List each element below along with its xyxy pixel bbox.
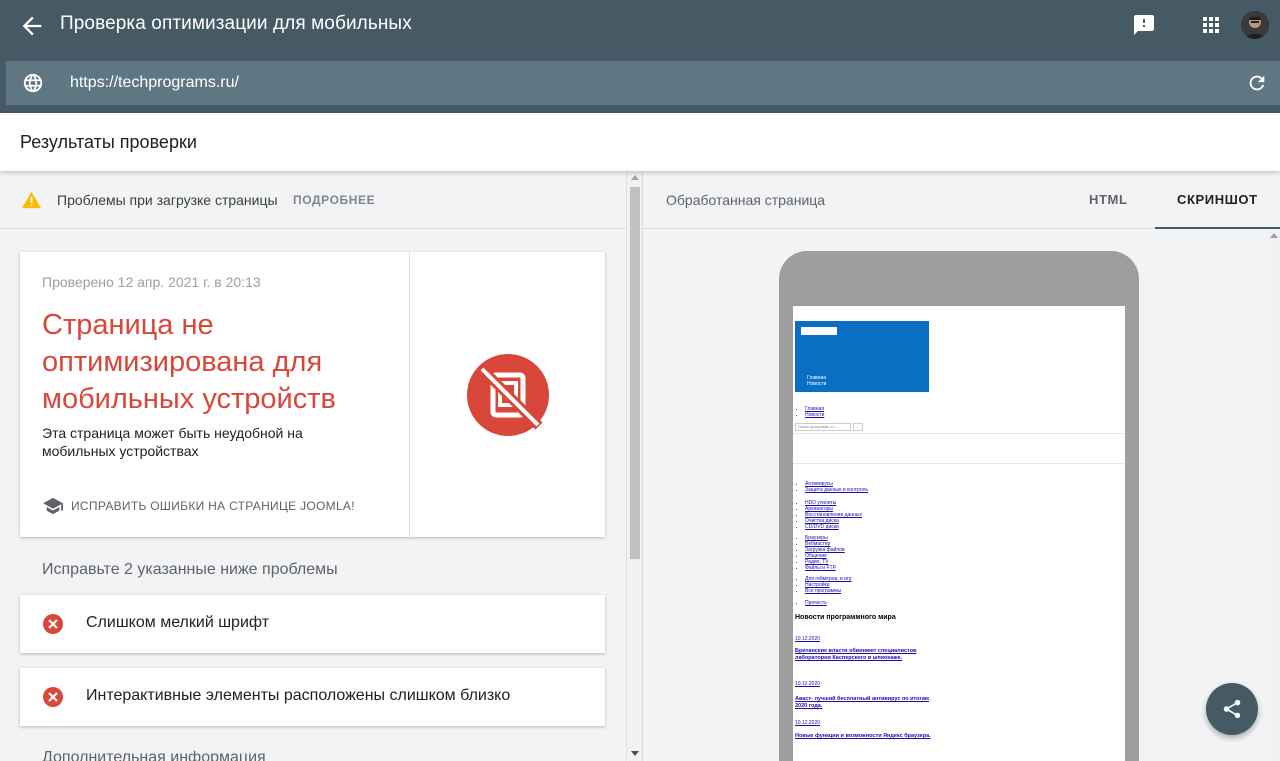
warning-icon [21, 190, 42, 209]
preview-site-header: Главная Новости [795, 321, 929, 392]
preview-nav-list: Главная Новости [795, 406, 824, 418]
problems-heading: Исправьте 2 указанные ниже проблемы [42, 561, 338, 578]
results-title: Результаты проверки [20, 132, 197, 152]
verdict-text-area: Проверено 12 апр. 2021 г. в 20:13 Страни… [20, 252, 410, 537]
preview-news-link: Британские власти обвиняют специалистов … [795, 648, 917, 661]
page-load-issues-bar: Проблемы при загрузке страницы ПОДРОБНЕЕ [0, 171, 626, 229]
scroll-up-arrow-icon[interactable] [631, 175, 639, 180]
preview-news-link: Аваст- лучший бесплатный антивирус по ит… [795, 696, 929, 709]
results-header: Результаты проверки [0, 113, 1280, 171]
tab-html[interactable]: HTML [1063, 171, 1151, 229]
preview-menu-group: Прочесть [795, 600, 827, 606]
verdict-card: Проверено 12 апр. 2021 г. в 20:13 Страни… [20, 252, 605, 537]
fix-joomla-link-label: ИСПРАВИТЬ ОШИБКИ НА СТРАНИЦЕ JOOMLA! [71, 499, 355, 513]
right-panel: Обработанная страница HTML СКРИНШОТ Глав… [642, 171, 1280, 761]
app-bar: Проверка оптимизации для мобильных [0, 0, 1280, 113]
globe-icon [22, 72, 44, 94]
page-load-issues-text: Проблемы при загрузке страницы [57, 192, 278, 208]
preview-menu-group: Для геймеров, и игр Настройки Все програ… [795, 576, 851, 594]
preview-link: Файлы и FTP [805, 565, 845, 571]
preview-site-logo [801, 327, 837, 335]
preview-header-links: Главная Новости [807, 375, 826, 387]
url-bar [6, 61, 1280, 105]
preview-header-link: Новости [807, 381, 827, 387]
app-title: Проверка оптимизации для мобильных [60, 13, 412, 34]
preview-news-date: 10.12.2020 [795, 681, 821, 687]
graduation-cap-icon [42, 497, 64, 515]
preview-link: Прочесть [805, 600, 827, 606]
preview-divider [793, 463, 1125, 464]
error-icon [43, 687, 63, 707]
left-panel: Проблемы при загрузке страницы ПОДРОБНЕЕ… [0, 171, 642, 761]
preview-news-date: 10.12.2020 [795, 720, 821, 726]
tab-screenshot-label: СКРИНШОТ [1177, 192, 1258, 207]
share-button[interactable] [1206, 683, 1258, 735]
feedback-icon[interactable] [1132, 13, 1156, 37]
right-scrollbar[interactable] [1267, 229, 1280, 761]
not-mobile-friendly-icon [467, 354, 549, 436]
preview-link: CD/DVD диски [805, 524, 862, 530]
preview-link: Все программы [805, 588, 851, 594]
verdict-title: Страница не оптимизирована для мобильных… [42, 309, 336, 415]
preview-menu-group: Браузеры Вебмастер Загрузка файлов Общен… [795, 535, 845, 571]
arrow-back-icon[interactable] [18, 12, 46, 40]
preview-search-button: ... [853, 423, 863, 431]
preview-menu-group: HDD утилиты Архиваторы Восстановление да… [795, 500, 862, 530]
page-screenshot: Главная Новости Главная Новости Поиск пр… [793, 306, 1125, 761]
tab-screenshot[interactable]: СКРИНШОТ [1155, 171, 1280, 229]
details-button[interactable]: ПОДРОБНЕЕ [293, 193, 375, 207]
user-avatar[interactable] [1241, 11, 1269, 39]
preview-link: Защита данных и контроль [805, 487, 868, 493]
error-icon [43, 614, 63, 634]
scrollbar-thumb[interactable] [630, 187, 640, 559]
share-icon [1223, 699, 1241, 719]
app-bar-top-row: Проверка оптимизации для мобильных [0, 0, 1280, 52]
reload-icon[interactable] [1246, 72, 1268, 94]
left-scrollbar[interactable] [626, 171, 642, 761]
preview-link: Новости [805, 412, 824, 418]
rendered-page-header: Обработанная страница HTML СКРИНШОТ [643, 171, 1280, 229]
additional-info-heading: Дополнительная информация [42, 749, 266, 761]
issue-label: Интерактивные элементы расположены слишк… [86, 687, 511, 704]
tab-html-label: HTML [1089, 192, 1128, 207]
preview-divider [793, 433, 1125, 434]
checked-timestamp: Проверено 12 апр. 2021 г. в 20:13 [42, 274, 261, 290]
issue-small-font[interactable]: Слишком мелкий шрифт [20, 595, 605, 653]
preview-news-title: Новости программного мира [795, 614, 896, 621]
preview-news-link: Новые функции и возможности Яндекс брауз… [795, 733, 931, 739]
scroll-down-arrow-icon[interactable] [631, 751, 639, 756]
preview-menu-group: Антивирусы Защита данных и контроль [795, 481, 868, 493]
verdict-description: Эта страница может быть неудобной на моб… [42, 425, 303, 459]
issue-label: Слишком мелкий шрифт [86, 614, 270, 631]
url-input[interactable] [70, 61, 1220, 105]
scroll-up-arrow-icon[interactable] [1270, 233, 1278, 238]
rendered-page-label: Обработанная страница [666, 192, 826, 208]
preview-news-date: 10.12.2020 [795, 636, 821, 642]
issue-tap-targets[interactable]: Интерактивные элементы расположены слишк… [20, 668, 605, 726]
phone-frame: Главная Новости Главная Новости Поиск пр… [779, 251, 1139, 761]
preview-search-input: Поиск программ, ст... [795, 423, 851, 431]
apps-grid-icon[interactable] [1199, 13, 1223, 37]
